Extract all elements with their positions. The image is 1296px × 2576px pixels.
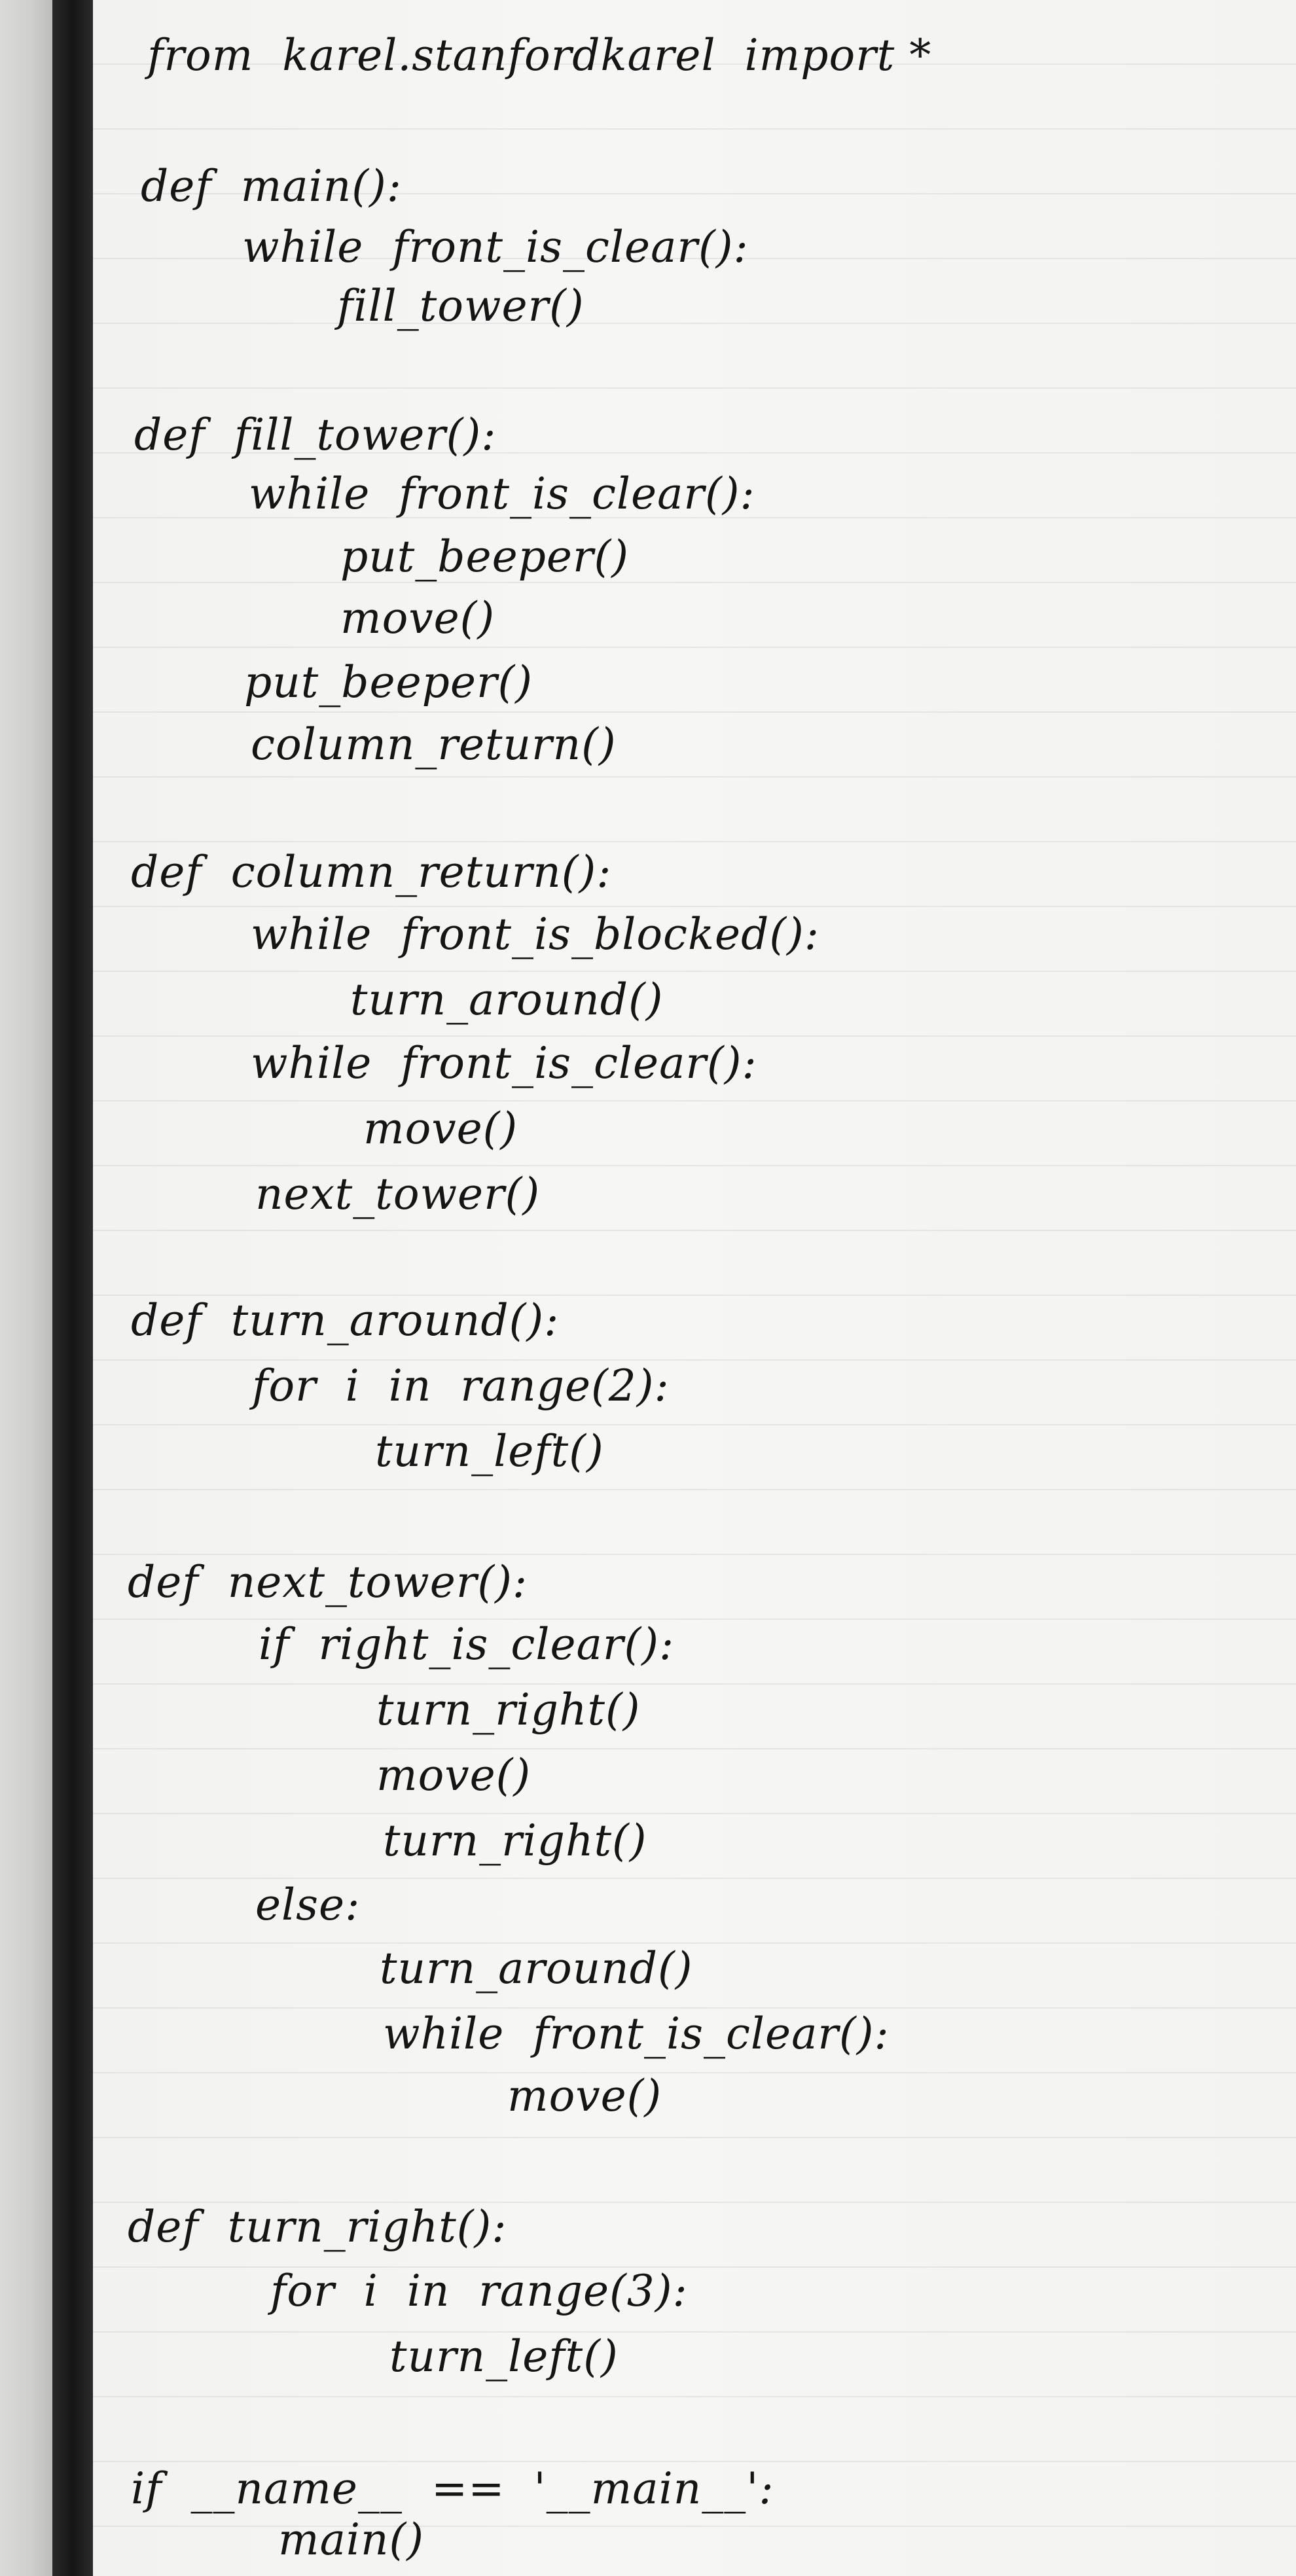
code-line: put_beeper() bbox=[340, 531, 629, 582]
code-line: else: bbox=[255, 1880, 361, 1930]
code-line: while front_is_clear(): bbox=[242, 222, 749, 272]
code-line: turn_right() bbox=[383, 1816, 647, 1866]
code-line: while front_is_clear(): bbox=[251, 1038, 757, 1088]
code-line: turn_around() bbox=[350, 975, 664, 1025]
code-line: move() bbox=[376, 1750, 531, 1800]
code-line: if __name__ == '__main__': bbox=[131, 2463, 774, 2514]
code-line: move() bbox=[363, 1103, 518, 1154]
code-line: for i in range(3): bbox=[270, 2266, 688, 2316]
code-line: def fill_tower(): bbox=[134, 410, 497, 460]
code-line: if right_is_clear(): bbox=[259, 1619, 675, 1670]
code-line: while front_is_clear(): bbox=[383, 2009, 890, 2059]
code-line: column_return() bbox=[251, 719, 617, 770]
code-line: turn_around() bbox=[380, 1943, 693, 1994]
code-line: fill_tower() bbox=[337, 281, 585, 331]
code-line: while front_is_clear(): bbox=[249, 469, 755, 519]
handwritten-code: from karel.stanfordkarel import * def ma… bbox=[0, 0, 1296, 2576]
code-line: turn_right() bbox=[376, 1685, 641, 1735]
code-line: turn_left() bbox=[389, 2331, 619, 2382]
code-line: def main(): bbox=[141, 161, 402, 211]
code-line: move() bbox=[507, 2071, 662, 2121]
code-line: while front_is_blocked(): bbox=[251, 909, 820, 959]
code-line: from karel.stanfordkarel import * bbox=[147, 30, 932, 80]
code-line: def turn_right(): bbox=[128, 2202, 507, 2252]
code-line: turn_left() bbox=[375, 1426, 604, 1476]
code-line: put_beeper() bbox=[244, 657, 533, 707]
code-line: def next_tower(): bbox=[128, 1557, 528, 1607]
code-line: for i in range(2): bbox=[252, 1361, 670, 1411]
code-line: move() bbox=[340, 593, 495, 643]
code-line: next_tower() bbox=[255, 1169, 541, 1219]
code-line: def column_return(): bbox=[131, 847, 612, 897]
code-line: main() bbox=[278, 2514, 425, 2565]
code-line: def turn_around(): bbox=[131, 1295, 560, 1346]
